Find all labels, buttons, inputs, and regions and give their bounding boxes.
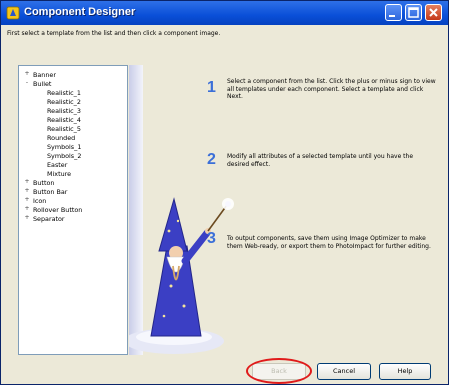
help-button[interactable]: Help [379,363,431,380]
collapse-icon[interactable]: - [24,80,30,86]
expand-icon[interactable]: + [24,206,30,212]
cancel-button[interactable]: Cancel [317,363,371,380]
expand-icon[interactable]: + [24,179,30,185]
instruction-text: First select a template from the list an… [7,30,221,37]
component-designer-window: Component Designer First select a templa… [0,0,449,385]
close-icon [429,8,438,17]
wizard-illustration [129,197,234,354]
step-2-text: Modify all attributes of a selected temp… [227,153,414,168]
minimize-button[interactable] [385,4,402,21]
wizard-app-icon [6,6,20,20]
step-3-text: To output components, save them using Im… [227,235,431,250]
minimize-icon [389,15,395,17]
maximize-icon [408,7,419,18]
template-tree[interactable]: + Banner - Bullet Realistic_1 Realistic_2 … [18,65,128,355]
title-bar[interactable]: Component Designer [1,1,448,25]
step-2-number: 2 [207,151,216,168]
maximize-button[interactable] [405,4,422,21]
window-title: Component Designer [24,6,136,18]
expand-icon[interactable]: + [24,188,30,194]
expand-icon[interactable]: + [24,197,30,203]
step-1-text: Select a component from the list. Click … [227,78,436,100]
close-button[interactable] [425,4,442,21]
step-3-number: 3 [207,230,216,247]
expand-icon[interactable]: + [24,215,30,221]
highlight-circle [246,358,312,384]
expand-icon[interactable]: + [24,71,30,77]
step-1-number: 1 [207,79,216,96]
